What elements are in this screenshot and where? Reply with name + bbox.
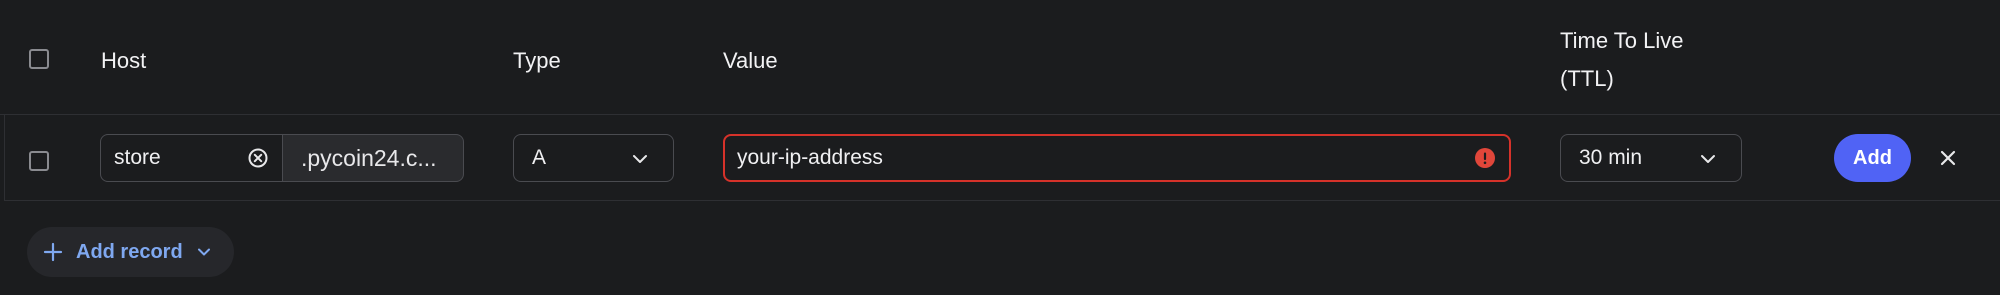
ttl-column-header: Time To Live (TTL) <box>1560 22 1684 98</box>
value-input-text: your-ip-address <box>737 146 883 169</box>
ttl-select[interactable]: 30 min <box>1560 134 1742 182</box>
plus-icon <box>43 242 63 262</box>
select-all-checkbox[interactable] <box>29 49 49 69</box>
type-select[interactable]: A <box>513 134 674 182</box>
dns-records-panel: Host Type Value Time To Live (TTL) store… <box>0 0 2000 295</box>
exclamation-circle-icon <box>1475 148 1495 168</box>
chevron-down-icon <box>633 155 647 163</box>
add-record-button[interactable]: Add record <box>27 227 234 277</box>
type-column-header: Type <box>513 48 561 73</box>
value-input[interactable]: your-ip-address <box>723 134 1511 182</box>
value-column-header: Value <box>723 48 778 73</box>
ttl-header-line1: Time To Live <box>1560 28 1684 53</box>
chevron-down-icon <box>1701 155 1715 163</box>
add-record-label: Add record <box>76 241 183 263</box>
clear-circle-x-icon[interactable] <box>248 148 268 168</box>
add-button[interactable]: Add <box>1834 134 1911 182</box>
close-x-icon[interactable] <box>1936 146 1960 170</box>
type-select-value: A <box>532 146 547 169</box>
domain-suffix: .pycoin24.c... <box>283 134 464 182</box>
row-checkbox[interactable] <box>29 151 49 171</box>
host-input-value: store <box>114 146 161 169</box>
ttl-select-value: 30 min <box>1579 146 1643 169</box>
host-input[interactable]: store <box>100 134 283 182</box>
domain-suffix-text: .pycoin24.c... <box>301 145 437 171</box>
host-column-header: Host <box>101 48 147 73</box>
table-header-row: Host Type Value Time To Live (TTL) <box>0 0 2000 115</box>
chevron-down-icon <box>198 248 210 256</box>
ttl-header-line2: (TTL) <box>1560 66 1614 91</box>
